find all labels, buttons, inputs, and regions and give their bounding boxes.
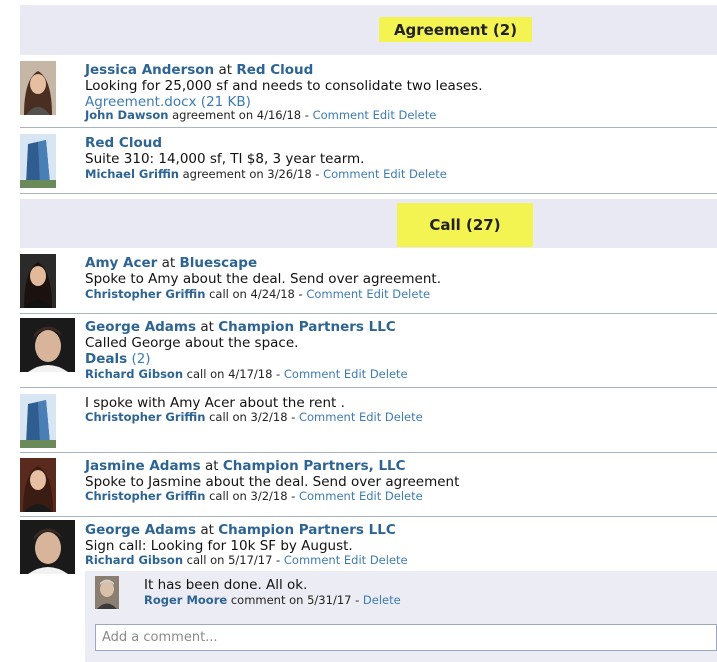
- activity-meta: call on 4/17/18 -: [186, 367, 281, 381]
- contact-link[interactable]: Jessica Anderson: [85, 62, 214, 78]
- divider: [20, 516, 717, 517]
- edit-link[interactable]: Edit: [359, 410, 381, 424]
- activity-body: Spoke to Amy about the deal. Send over a…: [85, 271, 442, 287]
- activity-meta: call on 3/2/18 -: [209, 410, 296, 424]
- author-link[interactable]: Christopher Griffin: [85, 489, 205, 503]
- company-link[interactable]: Champion Partners LLC: [218, 319, 396, 335]
- deals-link[interactable]: Deals: [85, 351, 127, 367]
- company-link[interactable]: Champion Partners LLC: [218, 522, 396, 538]
- delete-link[interactable]: Delete: [370, 367, 408, 381]
- activity-body: I spoke with Amy Acer about the rent .: [85, 395, 345, 411]
- section-title-agreement: Agreement (2): [379, 17, 532, 42]
- activity-body: Sign call: Looking for 10k SF by August.: [85, 538, 353, 554]
- contact-link[interactable]: George Adams: [85, 319, 196, 335]
- company-link[interactable]: Champion Partners, LLC: [223, 458, 406, 474]
- comment-meta: comment on 5/31/17 -: [230, 593, 360, 607]
- activity-entry: I spoke with Amy Acer about the rent . C…: [20, 389, 717, 453]
- activity-entry: Red Cloud Suite 310: 14,000 sf, TI $8, 3…: [20, 129, 717, 194]
- divider: [20, 127, 717, 128]
- section-header-call: Call (27): [20, 199, 717, 248]
- company-link[interactable]: Red Cloud: [85, 135, 162, 151]
- at-label: at: [200, 319, 214, 335]
- activity-meta: call on 5/17/17 -: [186, 553, 281, 567]
- activity-entry: Jessica Anderson at Red Cloud Looking fo…: [20, 56, 717, 128]
- comment-link[interactable]: Comment: [284, 367, 340, 381]
- activity-entry: George Adams at Champion Partners LLC Ca…: [20, 315, 717, 388]
- add-comment-area: [85, 616, 717, 662]
- activity-meta: agreement on 3/26/18 -: [182, 167, 320, 181]
- deals-count: (2): [131, 351, 151, 367]
- comment-link[interactable]: Comment: [323, 167, 379, 181]
- comment-item: It has been done. All ok. Roger Moore co…: [85, 571, 717, 616]
- property-thumbnail[interactable]: [20, 134, 56, 188]
- property-thumbnail[interactable]: [20, 394, 56, 448]
- contact-avatar[interactable]: [20, 318, 75, 372]
- edit-link[interactable]: Edit: [344, 553, 366, 567]
- at-label: at: [218, 62, 233, 78]
- activity-body: Called George about the space.: [85, 335, 299, 351]
- section-header-agreement: Agreement (2): [20, 5, 717, 55]
- add-comment-input[interactable]: [95, 624, 717, 651]
- author-link[interactable]: Christopher Griffin: [85, 410, 205, 424]
- activity-entry: Amy Acer at Bluescape Spoke to Amy about…: [20, 249, 717, 314]
- activity-body: Looking for 25,000 sf and needs to conso…: [85, 78, 483, 94]
- divider: [20, 313, 717, 314]
- activity-body: Spoke to Jasmine about the deal. Send ov…: [85, 474, 460, 490]
- commenter-avatar[interactable]: [95, 576, 119, 609]
- company-link[interactable]: Bluescape: [179, 255, 257, 271]
- delete-link[interactable]: Delete: [392, 287, 430, 301]
- at-label: at: [200, 522, 214, 538]
- delete-link[interactable]: Delete: [385, 489, 423, 503]
- edit-link[interactable]: Edit: [344, 367, 366, 381]
- company-link[interactable]: Red Cloud: [236, 62, 313, 78]
- author-link[interactable]: Richard Gibson: [85, 367, 183, 381]
- comment-link[interactable]: Comment: [299, 489, 355, 503]
- author-link[interactable]: Michael Griffin: [85, 167, 179, 181]
- comment-delete-link[interactable]: Delete: [363, 593, 401, 607]
- commenter-link[interactable]: Roger Moore: [144, 593, 227, 607]
- comment-link[interactable]: Comment: [284, 553, 340, 567]
- delete-link[interactable]: Delete: [385, 410, 423, 424]
- activity-meta: call on 3/2/18 -: [209, 489, 296, 503]
- author-link[interactable]: John Dawson: [85, 108, 168, 122]
- at-label: at: [161, 255, 176, 271]
- delete-link[interactable]: Delete: [399, 108, 437, 122]
- at-label: at: [204, 458, 219, 474]
- section-title-call: Call (27): [397, 203, 533, 247]
- edit-link[interactable]: Edit: [359, 489, 381, 503]
- contact-avatar[interactable]: [20, 458, 56, 512]
- divider: [20, 387, 717, 388]
- author-link[interactable]: Christopher Griffin: [85, 287, 205, 301]
- contact-link[interactable]: Amy Acer: [85, 255, 157, 271]
- activity-entry: George Adams at Champion Partners LLC Si…: [20, 518, 717, 574]
- comment-link[interactable]: Comment: [313, 108, 369, 122]
- comment-link[interactable]: Comment: [306, 287, 362, 301]
- activity-meta: call on 4/24/18 -: [209, 287, 303, 301]
- edit-link[interactable]: Edit: [366, 287, 388, 301]
- contact-link[interactable]: Jasmine Adams: [85, 458, 201, 474]
- divider: [20, 193, 717, 194]
- contact-avatar[interactable]: [20, 61, 56, 115]
- contact-avatar[interactable]: [20, 254, 56, 308]
- activity-entry: Jasmine Adams at Champion Partners, LLC …: [20, 454, 717, 517]
- delete-link[interactable]: Delete: [409, 167, 447, 181]
- author-link[interactable]: Richard Gibson: [85, 553, 183, 567]
- activity-meta: agreement on 4/16/18 -: [172, 108, 309, 122]
- activity-body: Suite 310: 14,000 sf, TI $8, 3 year tear…: [85, 151, 365, 167]
- divider: [20, 452, 717, 453]
- edit-link[interactable]: Edit: [383, 167, 405, 181]
- delete-link[interactable]: Delete: [370, 553, 408, 567]
- contact-link[interactable]: George Adams: [85, 522, 196, 538]
- comment-link[interactable]: Comment: [299, 410, 355, 424]
- comment-text: It has been done. All ok.: [144, 577, 308, 593]
- edit-link[interactable]: Edit: [373, 108, 395, 122]
- contact-avatar[interactable]: [20, 520, 75, 574]
